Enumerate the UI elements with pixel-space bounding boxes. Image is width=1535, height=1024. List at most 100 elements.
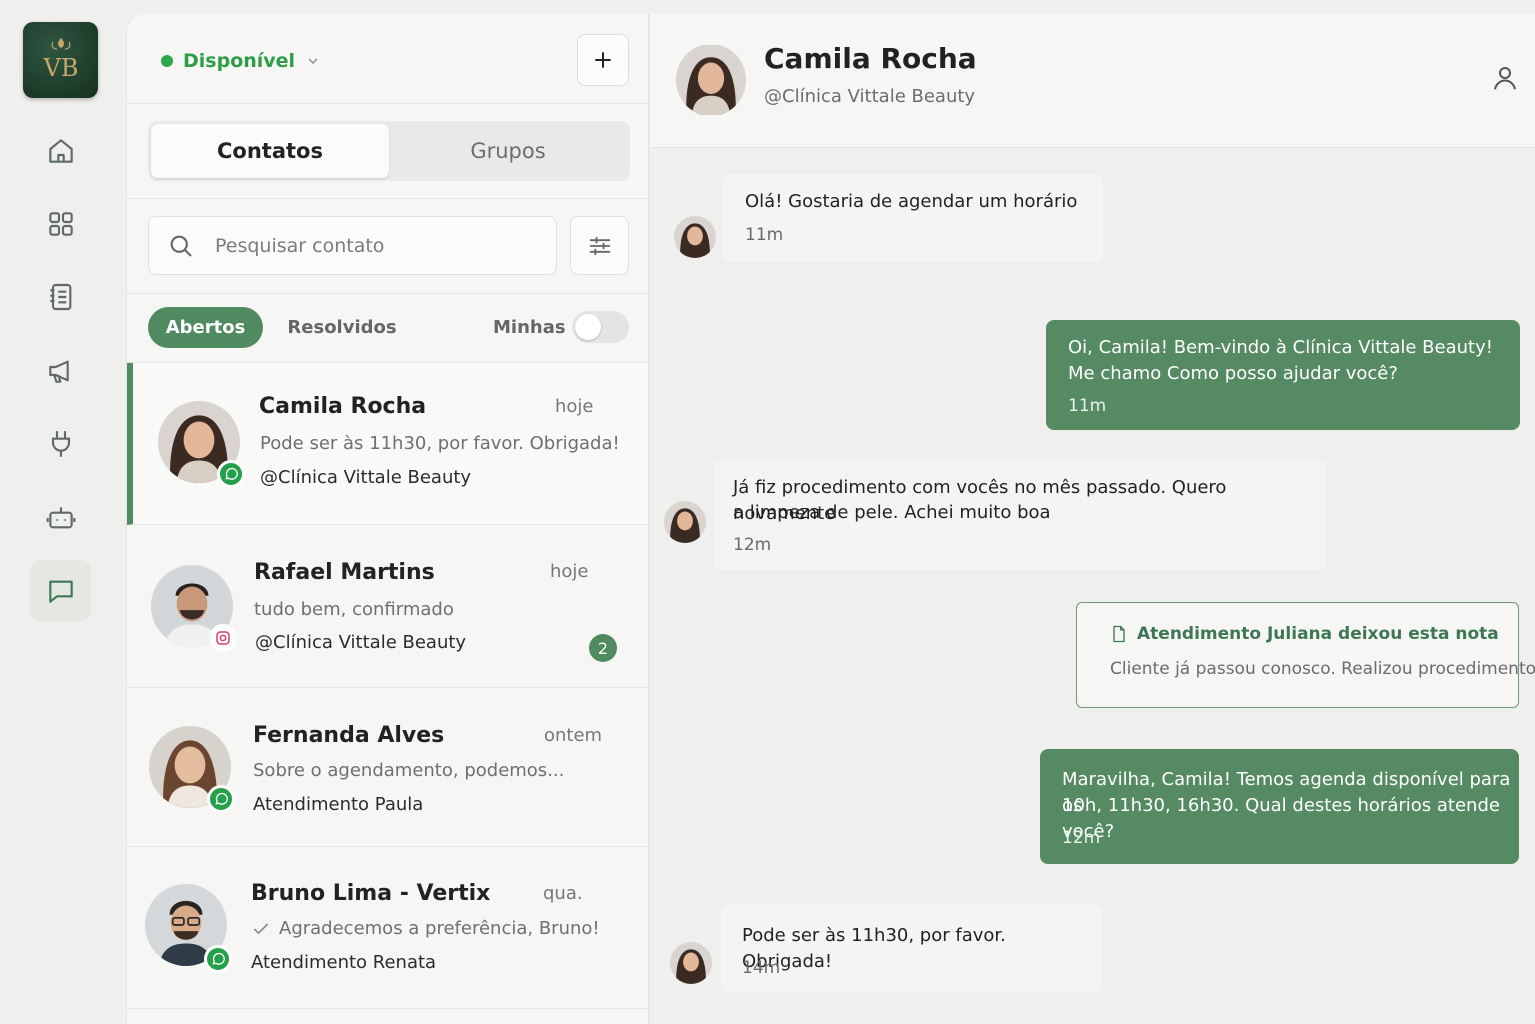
incoming-message[interactable]: Já fiz procedimento com vocês no mês pas… bbox=[714, 460, 1326, 570]
contact-type-tabs: Contatos Grupos bbox=[148, 121, 630, 181]
availability-dropdown[interactable]: Disponível bbox=[161, 50, 321, 72]
outgoing-message[interactable]: Oi, Camila! Bem-vindo à Clínica Vittale … bbox=[1046, 320, 1520, 430]
contact-item[interactable]: Rafael Martins hoje tudo bem, confirmado… bbox=[127, 525, 648, 688]
sidebar-rail: VB bbox=[0, 0, 122, 1024]
message-text: a limpeza de pele. Achei muito boa bbox=[733, 502, 1051, 523]
search-input[interactable] bbox=[215, 234, 515, 257]
message-time: 14m bbox=[742, 958, 781, 978]
brand-logo[interactable]: VB bbox=[23, 22, 98, 98]
robot-icon bbox=[46, 506, 75, 528]
home-icon bbox=[48, 138, 73, 163]
user-icon bbox=[1494, 67, 1516, 90]
chat-icon bbox=[48, 580, 73, 603]
contact-name: Bruno Lima - Vertix bbox=[251, 881, 491, 906]
message-text: Me chamo Como posso ajudar você? bbox=[1068, 363, 1398, 384]
chat-avatar[interactable] bbox=[676, 44, 746, 116]
avatar-photo bbox=[676, 45, 746, 115]
nav-notes[interactable] bbox=[30, 266, 91, 327]
nav-campaigns[interactable] bbox=[30, 340, 91, 401]
message-time: 12m bbox=[733, 535, 772, 555]
brand-logo-mark: VB bbox=[42, 38, 78, 82]
instagram-badge bbox=[209, 624, 237, 652]
nav-home[interactable] bbox=[30, 120, 91, 181]
whatsapp-badge bbox=[207, 785, 235, 813]
whatsapp-icon bbox=[215, 792, 228, 805]
sliders-icon bbox=[589, 236, 610, 255]
contact-profile-button[interactable] bbox=[1490, 62, 1520, 94]
contact-time: hoje bbox=[555, 396, 594, 417]
status-dot bbox=[161, 55, 173, 67]
outgoing-message[interactable]: Maravilha, Camila! Temos agenda disponív… bbox=[1040, 749, 1519, 864]
tab-grupos[interactable]: Grupos bbox=[389, 124, 627, 178]
nav-chat[interactable] bbox=[30, 560, 91, 621]
contact-last-message: Sobre o agendamento, podemos... bbox=[253, 760, 564, 781]
last-message-text: Pode ser às 11h30, por favor. Obrigada! bbox=[260, 433, 620, 454]
notebook-icon bbox=[49, 283, 71, 310]
contact-item[interactable]: Bruno Lima - Vertix qua. Agradecemos a p… bbox=[127, 847, 648, 1009]
filter-abertos[interactable]: Abertos bbox=[148, 307, 263, 348]
avatar-photo bbox=[670, 942, 712, 984]
document-icon bbox=[1113, 625, 1125, 643]
message-text: Pode ser às 11h30, por favor. Obrigada! bbox=[742, 925, 1006, 972]
contact-subtitle: Atendimento Paula bbox=[253, 794, 424, 815]
divider bbox=[127, 293, 648, 294]
message-text: 10h, 11h30, 16h30. Qual destes horários … bbox=[1062, 795, 1500, 842]
whatsapp-icon bbox=[212, 952, 225, 965]
message-time: 12m bbox=[1062, 828, 1101, 848]
mine-toggle[interactable] bbox=[572, 311, 629, 343]
svg-text:VB: VB bbox=[42, 54, 78, 82]
contact-subtitle: Atendimento Renata bbox=[251, 952, 437, 973]
message-time: 11m bbox=[1068, 396, 1107, 416]
divider bbox=[127, 198, 648, 199]
mine-label: Minhas bbox=[493, 317, 566, 338]
note-title: Atendimento Juliana deixou esta nota bbox=[1109, 623, 1499, 645]
nav-dashboard[interactable] bbox=[30, 193, 91, 254]
contact-last-message: Agradecemos a preferência, Bruno! bbox=[251, 918, 600, 939]
plug-icon bbox=[51, 430, 70, 457]
message-text: Oi, Camila! Bem-vindo à Clínica Vittale … bbox=[1068, 337, 1493, 358]
unread-count-badge: 2 bbox=[589, 634, 617, 662]
whatsapp-badge bbox=[217, 460, 245, 488]
contact-time: qua. bbox=[543, 883, 583, 904]
chevron-down-icon bbox=[308, 58, 318, 64]
filter-resolvidos[interactable]: Resolvidos bbox=[277, 307, 407, 348]
whatsapp-icon bbox=[225, 467, 238, 480]
toggle-knob bbox=[575, 314, 601, 340]
contact-item[interactable]: Fernanda Alves ontem Sobre o agendamento… bbox=[127, 688, 648, 847]
incoming-message[interactable]: Pode ser às 11h30, por favor. Obrigada! … bbox=[721, 905, 1101, 993]
contact-name: Rafael Martins bbox=[254, 560, 435, 585]
contact-name: Camila Rocha bbox=[259, 394, 427, 419]
last-message-text: Sobre o agendamento, podemos... bbox=[253, 760, 565, 781]
chat-contact-name: Camila Rocha bbox=[764, 42, 977, 75]
contact-subtitle: @Clínica Vittale Beauty bbox=[255, 632, 467, 653]
contact-item[interactable]: Camila Rocha hoje Pode ser às 11h30, por… bbox=[127, 363, 648, 525]
search-box bbox=[148, 216, 557, 275]
search-icon bbox=[170, 235, 192, 256]
plus-icon bbox=[595, 52, 611, 68]
chat-contact-subtitle: @Clínica Vittale Beauty bbox=[764, 86, 976, 107]
whatsapp-badge bbox=[204, 945, 232, 973]
contact-name: Fernanda Alves bbox=[253, 723, 445, 748]
filter-button[interactable] bbox=[570, 216, 629, 275]
tab-contatos[interactable]: Contatos bbox=[151, 124, 389, 178]
megaphone-icon bbox=[48, 360, 69, 383]
nav-integrations[interactable] bbox=[30, 413, 91, 474]
last-message-text: tudo bem, confirmado bbox=[254, 599, 454, 620]
grid-icon bbox=[48, 211, 73, 236]
incoming-message[interactable]: Olá! Gostaria de agendar um horário 11m bbox=[723, 174, 1103, 262]
avatar-photo bbox=[664, 501, 706, 543]
message-time: 11m bbox=[745, 225, 784, 245]
divider bbox=[127, 103, 648, 104]
message-text: Olá! Gostaria de agendar um horário bbox=[745, 191, 1078, 212]
note-text: Cliente já passou conosco. Realizou proc… bbox=[1110, 659, 1535, 679]
internal-note[interactable]: Atendimento Juliana deixou esta nota Cli… bbox=[1076, 602, 1535, 708]
contact-last-message: tudo bem, confirmado bbox=[254, 599, 454, 620]
instagram-icon bbox=[216, 631, 230, 645]
nav-bots[interactable] bbox=[30, 487, 91, 548]
note-title-text: Atendimento Juliana deixou esta nota bbox=[1137, 624, 1499, 644]
contact-time: ontem bbox=[544, 725, 603, 746]
contact-subtitle: @Clínica Vittale Beauty bbox=[260, 467, 472, 488]
new-conversation-button[interactable] bbox=[577, 34, 629, 86]
chat-panel: Camila Rocha @Clínica Vittale Beauty Olá… bbox=[650, 14, 1535, 1024]
chat-header: Camila Rocha @Clínica Vittale Beauty bbox=[650, 14, 1535, 148]
